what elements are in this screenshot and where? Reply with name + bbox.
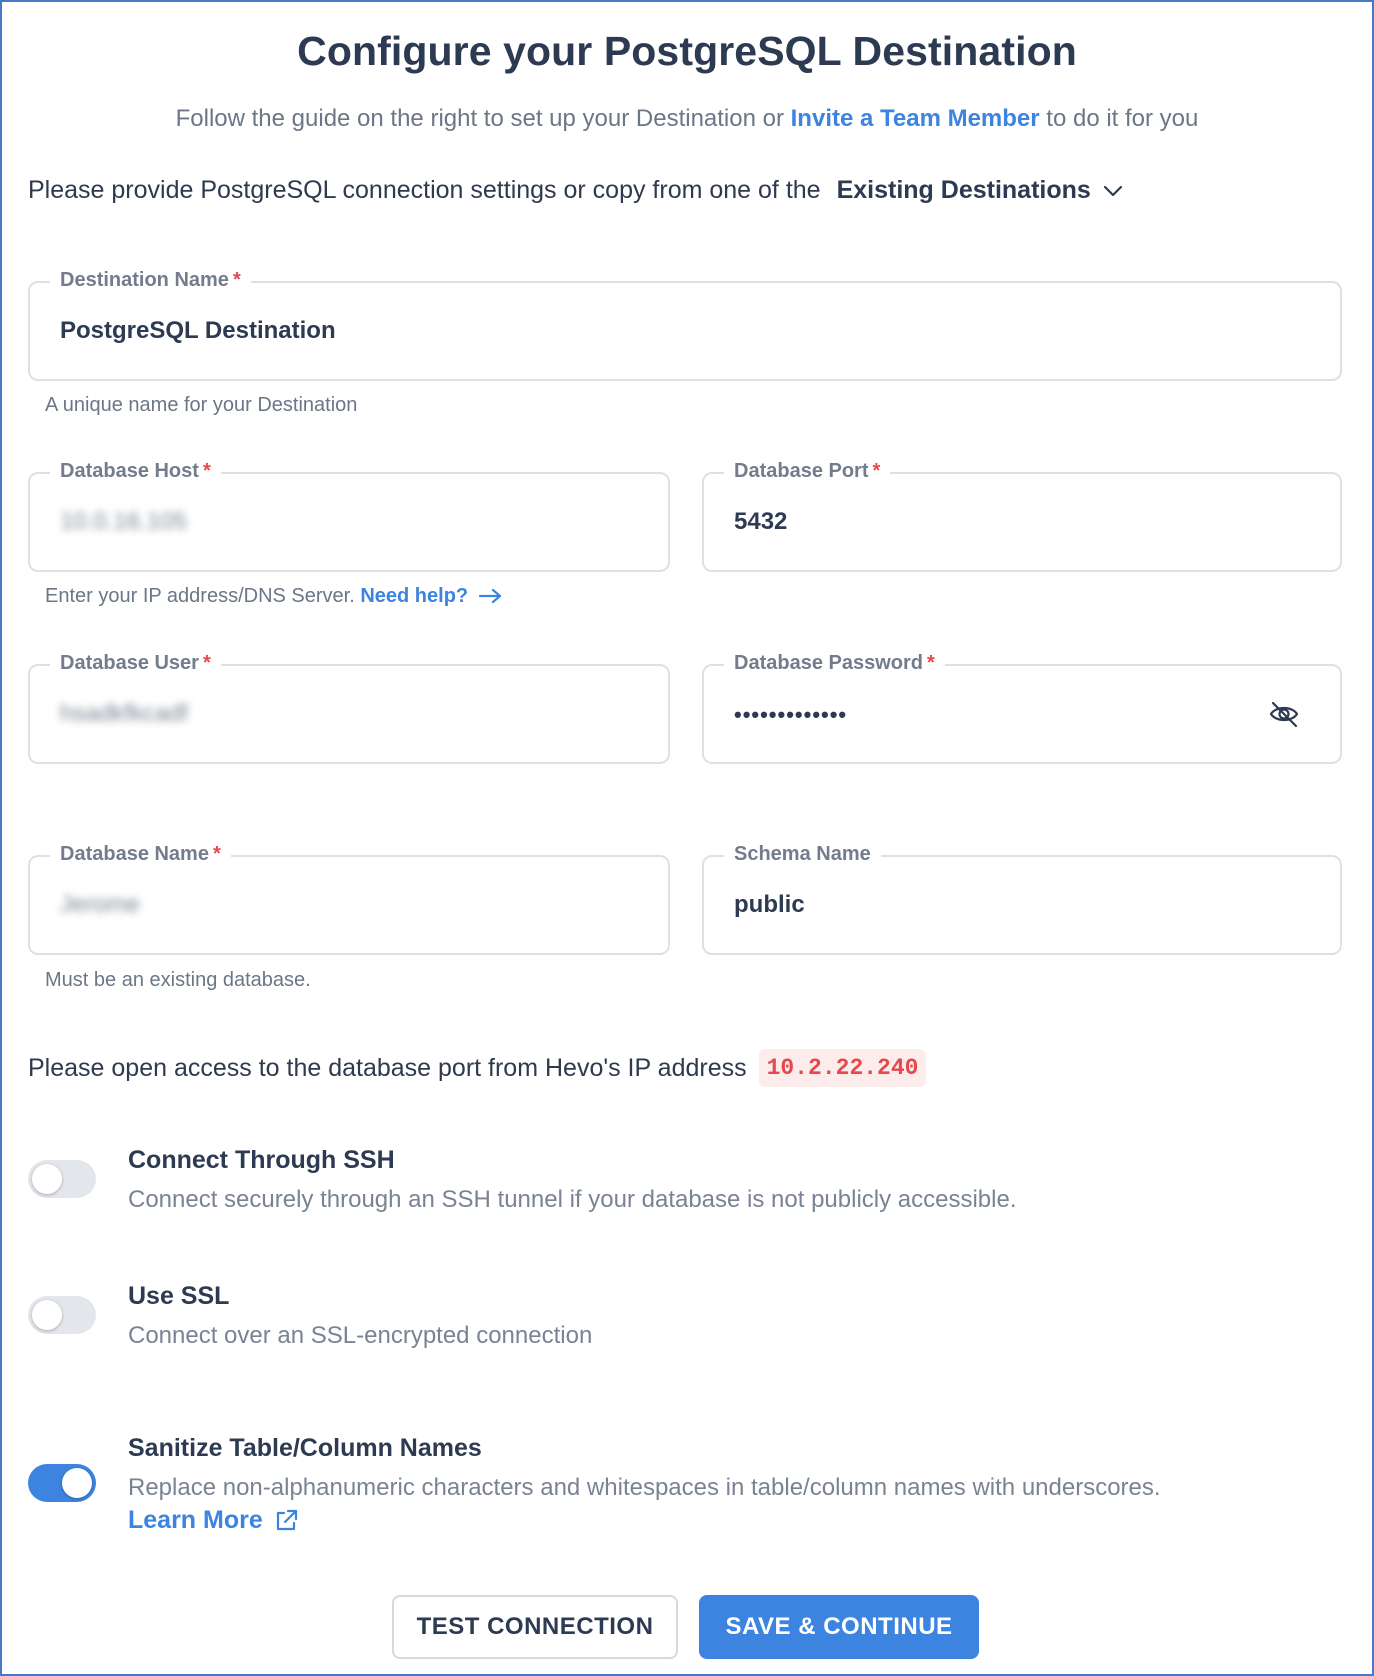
form-frame: Configure your PostgreSQL Destination Fo… [0, 0, 1374, 1676]
database-user-field[interactable]: Database User * hsadkfkcadf [28, 652, 670, 764]
ssh-toggle-switch[interactable] [28, 1160, 96, 1198]
existing-destinations-label: Existing Destinations [836, 176, 1091, 204]
database-password-input[interactable]: ••••••••••••• [734, 702, 847, 728]
ssl-toggle-description: Connect over an SSL-encrypted connection [128, 1322, 593, 1349]
ip-access-line: Please open access to the database port … [28, 1049, 927, 1087]
existing-destinations-dropdown[interactable]: Existing Destinations [837, 176, 1123, 205]
database-host-hint: Enter your IP address/DNS Server. Need h… [45, 585, 504, 608]
ip-access-text: Please open access to the database port … [28, 1053, 747, 1082]
subtitle-suffix: to do it for you [1039, 105, 1199, 132]
eye-off-icon[interactable] [1268, 700, 1300, 728]
invite-team-member-link[interactable]: Invite a Team Member [791, 105, 1040, 132]
save-continue-button[interactable]: SAVE & CONTINUE [699, 1595, 979, 1659]
chevron-down-icon [1103, 185, 1122, 196]
learn-more-link[interactable]: Learn More [128, 1506, 299, 1535]
ssh-toggle-row: Connect Through SSH Connect securely thr… [28, 1142, 1328, 1222]
database-port-label: Database Port * [724, 460, 891, 483]
test-connection-button[interactable]: TEST CONNECTION [392, 1595, 678, 1659]
toggle-knob [32, 1164, 62, 1194]
destination-name-label: Destination Name * [50, 269, 251, 292]
ssh-toggle-description: Connect securely through an SSH tunnel i… [128, 1186, 1017, 1213]
database-user-input[interactable]: hsadkfkcadf [60, 700, 188, 728]
schema-name-input[interactable]: public [734, 891, 805, 919]
hevo-ip-badge: 10.2.22.240 [758, 1049, 927, 1087]
page-title: Configure your PostgreSQL Destination [297, 28, 1077, 74]
ssl-toggle-switch[interactable] [28, 1296, 96, 1334]
database-host-input[interactable]: 10.0.16.105 [60, 508, 187, 536]
page-subtitle: Follow the guide on the right to set up … [2, 105, 1372, 133]
provide-settings-line: Please provide PostgreSQL connection set… [28, 176, 1123, 205]
need-help-link[interactable]: Need help? [360, 585, 503, 607]
subtitle-prefix: Follow the guide on the right to set up … [175, 105, 791, 132]
sanitize-toggle-title: Sanitize Table/Column Names [128, 1434, 482, 1462]
database-user-label: Database User * [50, 652, 221, 675]
database-host-field[interactable]: Database Host * 10.0.16.105 [28, 460, 670, 572]
sanitize-toggle-switch[interactable] [28, 1464, 96, 1502]
sanitize-toggle-row: Sanitize Table/Column Names Replace non-… [28, 1430, 1358, 1550]
schema-name-field[interactable]: Schema Name public [702, 843, 1342, 955]
toggle-knob [32, 1300, 62, 1330]
learn-more-label: Learn More [128, 1506, 263, 1534]
ssl-toggle-row: Use SSL Connect over an SSL-encrypted co… [28, 1278, 1328, 1358]
schema-name-label: Schema Name [724, 843, 881, 866]
database-name-label: Database Name * [50, 843, 231, 866]
external-link-icon [276, 1509, 297, 1530]
toggle-knob [62, 1468, 92, 1498]
destination-name-hint: A unique name for your Destination [45, 394, 358, 416]
arrow-right-icon [478, 588, 501, 604]
provide-text: Please provide PostgreSQL connection set… [28, 176, 821, 204]
ssh-toggle-title: Connect Through SSH [128, 1146, 395, 1174]
destination-name-field[interactable]: Destination Name * PostgreSQL Destination [28, 269, 1342, 381]
destination-name-input[interactable]: PostgreSQL Destination [60, 317, 336, 345]
database-password-field[interactable]: Database Password * ••••••••••••• [702, 652, 1342, 764]
database-host-label: Database Host * [50, 460, 221, 483]
sanitize-toggle-description: Replace non-alphanumeric characters and … [128, 1474, 1161, 1501]
database-name-input[interactable]: Jerome [60, 891, 140, 919]
database-password-label: Database Password * [724, 652, 945, 675]
database-port-input[interactable]: 5432 [734, 508, 787, 536]
database-name-field[interactable]: Database Name * Jerome [28, 843, 670, 955]
database-name-hint: Must be an existing database. [45, 969, 311, 991]
database-host-hint-text: Enter your IP address/DNS Server. [45, 585, 355, 607]
ssl-toggle-title: Use SSL [128, 1282, 230, 1310]
database-port-field[interactable]: Database Port * 5432 [702, 460, 1342, 572]
